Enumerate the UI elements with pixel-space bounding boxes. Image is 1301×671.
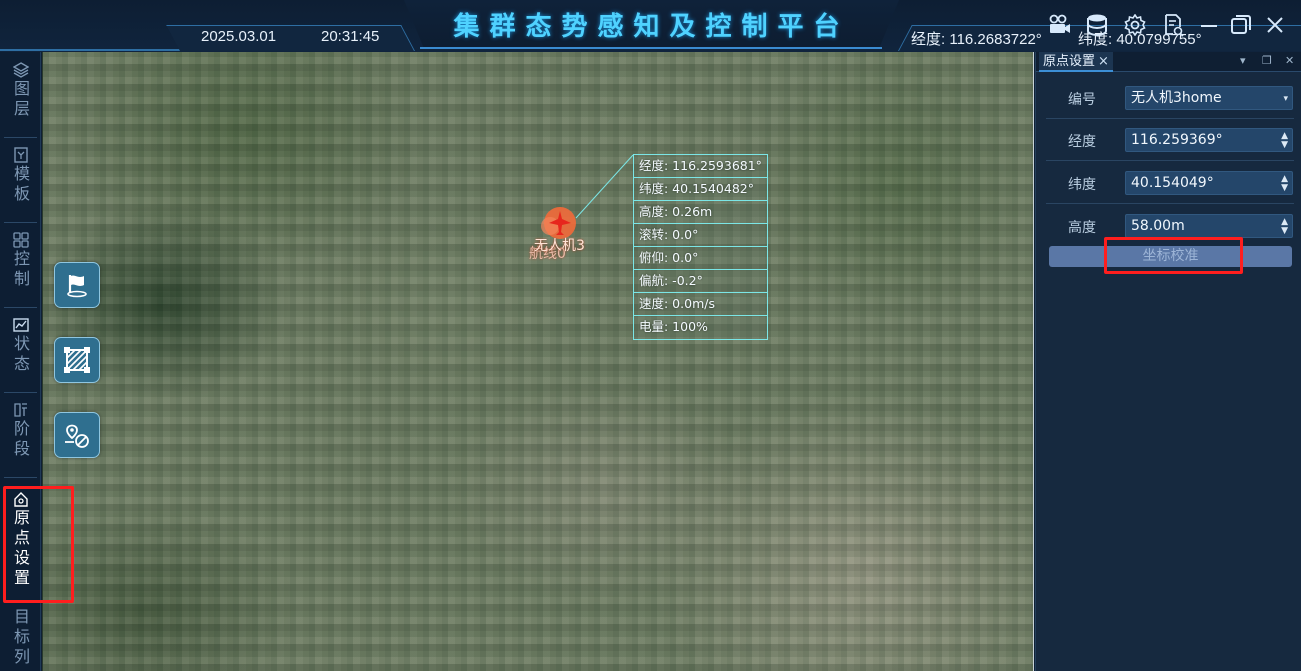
- stage-icon: [13, 403, 27, 417]
- gear-icon[interactable]: [1122, 12, 1148, 38]
- panel-menu-icon[interactable]: ▾: [1240, 54, 1246, 67]
- field-label-altitude: 高度: [1068, 220, 1096, 236]
- id-dropdown-value: 无人机3home: [1131, 90, 1222, 106]
- highlight-box-calibrate: [1104, 237, 1243, 274]
- info-battery: 电量: 100%: [639, 319, 708, 334]
- map-view[interactable]: 航线0 无人机3 经度: 116.2593681° 纬度: 40.1540482…: [42, 52, 1034, 671]
- cursor-longitude: 经度: 116.2683722°: [911, 31, 1042, 48]
- nav-item-target-list[interactable]: 目标列: [0, 608, 41, 668]
- tab-close-icon[interactable]: ×: [1098, 54, 1109, 69]
- layers-icon: [12, 62, 29, 78]
- tab-label: 原点设置: [1043, 54, 1096, 69]
- area-hatch-icon: [64, 347, 90, 373]
- field-label-id: 编号: [1068, 92, 1096, 108]
- drone-info-panel: 经度: 116.2593681° 纬度: 40.1540482° 高度: 0.2…: [633, 154, 768, 340]
- info-roll: 滚转: 0.0°: [634, 224, 767, 247]
- minimize-icon[interactable]: [1196, 12, 1222, 38]
- info-yaw: 偏航: -0.2°: [634, 270, 767, 293]
- video-camera-icon[interactable]: [1047, 12, 1073, 38]
- nav-divider: [4, 477, 37, 478]
- field-label-latitude: 纬度: [1068, 177, 1096, 193]
- satellite-imagery: [43, 52, 1033, 671]
- restore-icon[interactable]: [1228, 12, 1254, 38]
- nav-label-stage: 阶段: [11, 420, 30, 460]
- info-latitude: 纬度: 40.1540482°: [634, 178, 767, 201]
- nav-item-control[interactable]: 控制: [0, 228, 41, 290]
- no-location-tool-button[interactable]: [54, 412, 100, 458]
- template-icon: [13, 147, 28, 163]
- nav-item-stage[interactable]: 阶段: [0, 398, 41, 460]
- area-tool-button[interactable]: [54, 337, 100, 383]
- info-speed: 速度: 0.0m/s: [634, 293, 767, 316]
- close-icon[interactable]: [1262, 12, 1288, 38]
- status-chart-icon: [12, 318, 29, 332]
- report-icon[interactable]: [1160, 12, 1186, 38]
- title-underline: [420, 47, 882, 49]
- origin-settings-panel: 原点设置 × ▾ ❐ ✕ 编号 无人机3home ▾ 经度 116.259369°…: [1035, 52, 1301, 671]
- app-title: 集群态势感知及控制平台: [453, 12, 850, 42]
- panel-close-icon[interactable]: ✕: [1285, 54, 1294, 67]
- longitude-value: 116.259369°: [1131, 132, 1223, 148]
- field-row-latitude: 纬度 40.154049° ▲ ▼: [1046, 162, 1294, 204]
- nav-divider: [4, 392, 37, 393]
- current-date: 2025.03.01: [201, 28, 277, 45]
- chevron-down-icon: ▾: [1283, 94, 1288, 104]
- spinner-arrows-icon[interactable]: ▲ ▼: [1281, 132, 1288, 150]
- altitude-spinner[interactable]: 58.00m ▲ ▼: [1125, 214, 1293, 238]
- id-dropdown[interactable]: 无人机3home ▾: [1125, 86, 1293, 110]
- spinner-arrows-icon[interactable]: ▲ ▼: [1281, 218, 1288, 236]
- field-label-longitude: 经度: [1068, 134, 1096, 150]
- nav-item-layers[interactable]: 图层: [0, 58, 41, 120]
- info-altitude: 高度: 0.26m: [634, 201, 767, 224]
- nav-item-templates[interactable]: 模板: [0, 143, 41, 205]
- nav-label-target-list: 目标列: [11, 608, 30, 668]
- nav-label-status: 状态: [11, 335, 30, 375]
- info-longitude: 经度: 116.2593681°: [634, 155, 767, 178]
- altitude-value: 58.00m: [1131, 218, 1185, 234]
- header-accent-line: [0, 49, 180, 51]
- longitude-spinner[interactable]: 116.259369° ▲ ▼: [1125, 128, 1293, 152]
- nav-divider: [4, 307, 37, 308]
- tab-origin-settings[interactable]: 原点设置 ×: [1039, 52, 1113, 72]
- latitude-value: 40.154049°: [1131, 175, 1214, 191]
- highlight-box-nav: [3, 486, 74, 603]
- nav-label-layers: 图层: [11, 80, 30, 120]
- drone-name-label: 无人机3: [534, 238, 585, 254]
- info-pitch: 俯仰: 0.0°: [634, 247, 767, 270]
- nav-label-templates: 模板: [11, 165, 30, 205]
- nav-divider: [4, 137, 37, 138]
- leader-line: [575, 154, 634, 219]
- control-grid-icon: [12, 232, 29, 248]
- flag-icon: [67, 275, 87, 298]
- latitude-spinner[interactable]: 40.154049° ▲ ▼: [1125, 171, 1293, 195]
- no-location-icon: [65, 424, 89, 448]
- field-row-longitude: 经度 116.259369° ▲ ▼: [1046, 119, 1294, 161]
- database-icon[interactable]: [1084, 12, 1110, 38]
- current-time: 20:31:45: [321, 28, 380, 45]
- panel-float-icon[interactable]: ❐: [1262, 54, 1272, 67]
- nav-item-status[interactable]: 状态: [0, 313, 41, 375]
- nav-divider: [4, 222, 37, 223]
- nav-label-control: 控制: [11, 250, 30, 290]
- spinner-arrows-icon[interactable]: ▲ ▼: [1281, 175, 1288, 193]
- field-row-id: 编号 无人机3home ▾: [1046, 77, 1294, 119]
- flag-tool-button[interactable]: [54, 262, 100, 308]
- panel-tab-bar: 原点设置 × ▾ ❐ ✕: [1036, 52, 1301, 72]
- app-window: 2025.03.01 20:31:45 集群态势感知及控制平台 经度: 116.…: [0, 0, 1301, 671]
